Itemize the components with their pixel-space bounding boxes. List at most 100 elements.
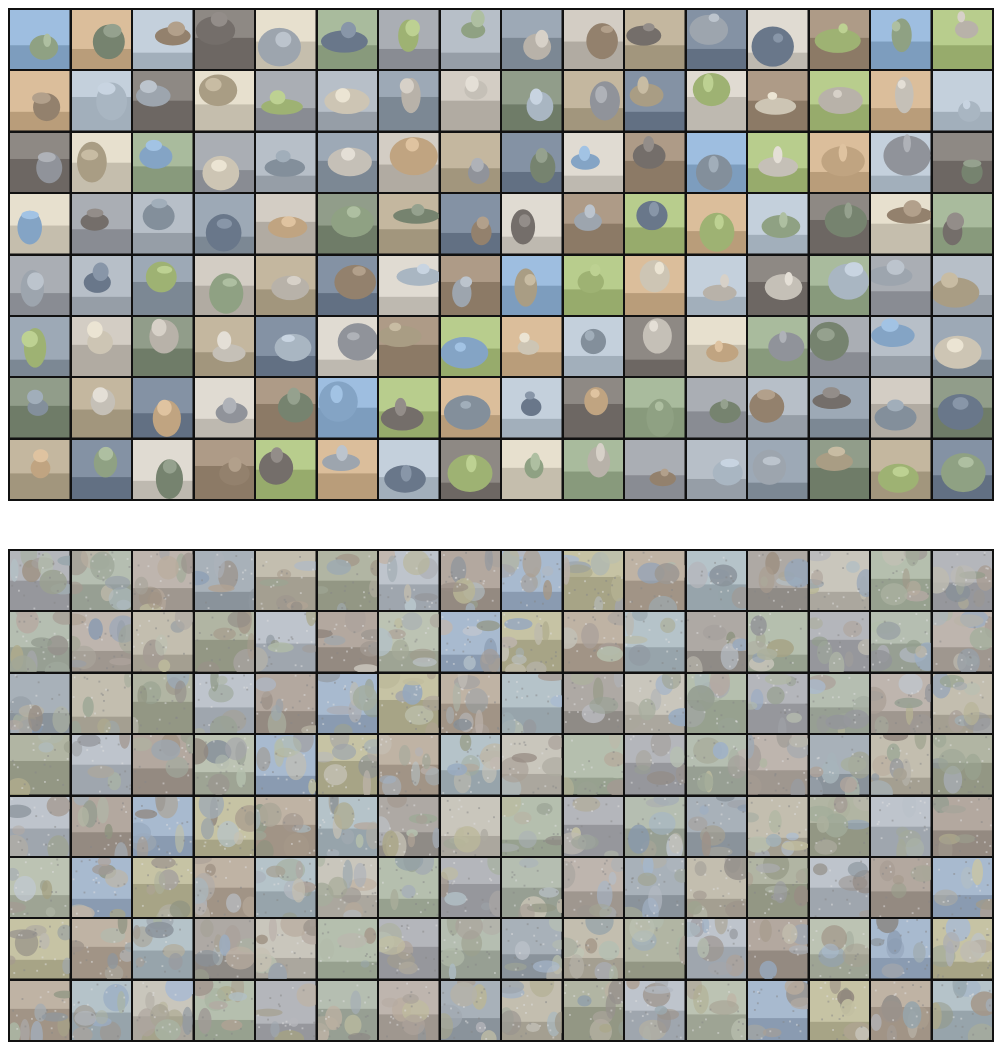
image-tile [256, 378, 316, 438]
image-tile [932, 378, 992, 438]
image-tile [871, 132, 931, 193]
image-tile [748, 439, 808, 499]
tile-image [379, 439, 439, 499]
generated-tile [194, 796, 254, 856]
generated-tile [871, 980, 931, 1040]
tile-image [502, 980, 562, 1040]
tile-image [133, 194, 193, 254]
tile-image [748, 673, 808, 734]
tile-image [871, 378, 931, 438]
image-tile [625, 378, 685, 438]
generated-tile [379, 980, 439, 1040]
tile-image [563, 10, 623, 70]
tile-image [256, 796, 316, 856]
tile-image [502, 194, 562, 254]
tile-image [317, 71, 377, 131]
tile-image [440, 857, 500, 918]
generated-tile [440, 735, 500, 795]
tile-image [133, 980, 193, 1040]
tile-image [871, 551, 931, 611]
image-tile [809, 378, 869, 438]
generated-tile [10, 857, 70, 918]
image-tile [871, 378, 931, 438]
generated-tile [10, 796, 70, 856]
tile-image [625, 10, 685, 70]
tile-image [194, 10, 254, 70]
generated-tile [71, 735, 131, 795]
generated-image-grid [8, 549, 994, 1042]
image-tile [440, 194, 500, 254]
tile-image [317, 980, 377, 1040]
image-tile [932, 71, 992, 131]
tile-image [502, 132, 562, 193]
tile-image [71, 551, 131, 611]
generated-tile [686, 551, 746, 611]
tile-image [379, 255, 439, 315]
tile-image [379, 10, 439, 70]
tile-image [625, 71, 685, 131]
image-tile [379, 439, 439, 499]
generated-tile [379, 919, 439, 979]
real-image-grid [8, 8, 994, 501]
image-tile [194, 132, 254, 193]
tile-image [686, 551, 746, 611]
tile-image [10, 919, 70, 979]
image-tile [440, 378, 500, 438]
tile-image [871, 735, 931, 795]
tile-image [625, 316, 685, 377]
tile-image [563, 132, 623, 193]
tile-image [10, 71, 70, 131]
generated-tile [871, 735, 931, 795]
tile-image [440, 551, 500, 611]
generated-tile [440, 612, 500, 672]
tile-image [379, 796, 439, 856]
image-tile [502, 378, 562, 438]
tile-image [256, 132, 316, 193]
tile-image [440, 71, 500, 131]
image-tile [932, 194, 992, 254]
image-tile [871, 71, 931, 131]
generated-tile [809, 735, 869, 795]
tile-image [10, 551, 70, 611]
tile-image [256, 919, 316, 979]
tile-image [625, 378, 685, 438]
image-tile [748, 378, 808, 438]
tile-image [502, 673, 562, 734]
tile-image [809, 673, 869, 734]
image-tile [379, 10, 439, 70]
tile-image [748, 194, 808, 254]
tile-image [748, 255, 808, 315]
tile-image [317, 255, 377, 315]
tile-image [809, 71, 869, 131]
generated-tile [256, 551, 316, 611]
image-tile [440, 71, 500, 131]
image-tile [317, 71, 377, 131]
tile-image [194, 980, 254, 1040]
tile-image [748, 551, 808, 611]
generated-tile [440, 980, 500, 1040]
image-tile [563, 71, 623, 131]
tile-image [71, 857, 131, 918]
tile-image [440, 194, 500, 254]
generated-tile [686, 796, 746, 856]
tile-image [625, 194, 685, 254]
tile-image [133, 919, 193, 979]
image-tile [809, 194, 869, 254]
image-tile [10, 132, 70, 193]
tile-image [256, 735, 316, 795]
generated-tile [748, 673, 808, 734]
generated-tile [686, 612, 746, 672]
image-tile [194, 10, 254, 70]
image-tile [10, 10, 70, 70]
tile-image [194, 194, 254, 254]
tile-image [932, 551, 992, 611]
tile-image [686, 673, 746, 734]
tile-image [686, 255, 746, 315]
tile-image [563, 71, 623, 131]
image-tile [809, 71, 869, 131]
tile-image [932, 378, 992, 438]
image-tile [625, 194, 685, 254]
generated-tile [932, 673, 992, 734]
image-tile [256, 439, 316, 499]
tile-image [256, 255, 316, 315]
